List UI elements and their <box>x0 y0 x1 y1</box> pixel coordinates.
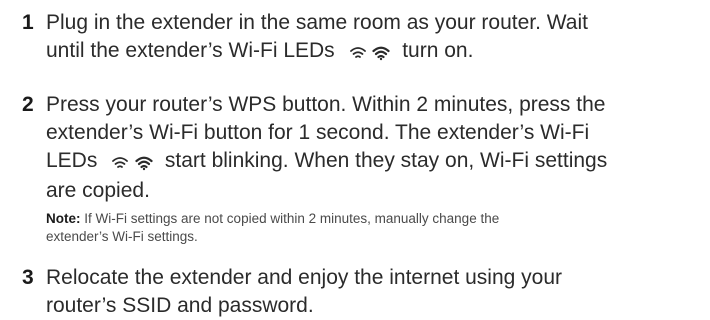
note-label: Note: <box>46 211 81 226</box>
step-text-line: Plug in the extender in the same room as… <box>46 11 588 34</box>
step-text-segment: start blinking. When they stay on, Wi-Fi… <box>164 149 608 172</box>
step-2: 2 Press your router’s WPS button. Within… <box>22 91 692 246</box>
step-number: 2 <box>22 93 34 116</box>
step-text-segment: turn on. <box>402 39 474 62</box>
note-text-line: extender’s Wi-Fi settings. <box>46 229 198 244</box>
wifi-2.4ghz-led-icon <box>349 47 366 59</box>
step-number: 3 <box>22 266 34 289</box>
wifi-2.4ghz-led-icon <box>112 157 129 169</box>
step-text-line: Relocate the extender and enjoy the inte… <box>46 266 563 289</box>
step-text-segment: until the extender’s Wi-Fi LEDs <box>46 39 335 62</box>
wifi-led-icons <box>111 149 153 177</box>
step-text-segment: LEDs <box>46 149 98 172</box>
step-text-line: router’s SSID and password. <box>46 294 314 317</box>
step-body: Relocate the extender and enjoy the inte… <box>46 264 692 320</box>
step-1: 1 Plug in the extender in the same room … <box>22 9 692 67</box>
wifi-5ghz-led-icon <box>372 47 390 61</box>
step-text-line: LEDs start blinking. When they stay on, … <box>46 147 692 177</box>
step-body: Press your router’s WPS button. Within 2… <box>46 91 692 246</box>
step-text-line: Press your router’s WPS button. Within 2… <box>46 93 606 116</box>
wifi-5ghz-led-icon <box>135 157 153 171</box>
note-text-line: If Wi-Fi settings are not copied within … <box>84 211 500 226</box>
step-text-line: extender’s Wi-Fi button for 1 second. Th… <box>46 121 590 144</box>
step-text-line: are copied. <box>46 179 150 202</box>
step-3: 3 Relocate the extender and enjoy the in… <box>22 264 692 320</box>
step-text-line: until the extender’s Wi-Fi LEDs turn on. <box>46 37 692 67</box>
step-number: 1 <box>22 11 34 34</box>
wifi-led-icons <box>349 39 391 67</box>
step-body: Plug in the extender in the same room as… <box>46 9 692 67</box>
note: Note: If Wi-Fi settings are not copied w… <box>46 210 692 246</box>
